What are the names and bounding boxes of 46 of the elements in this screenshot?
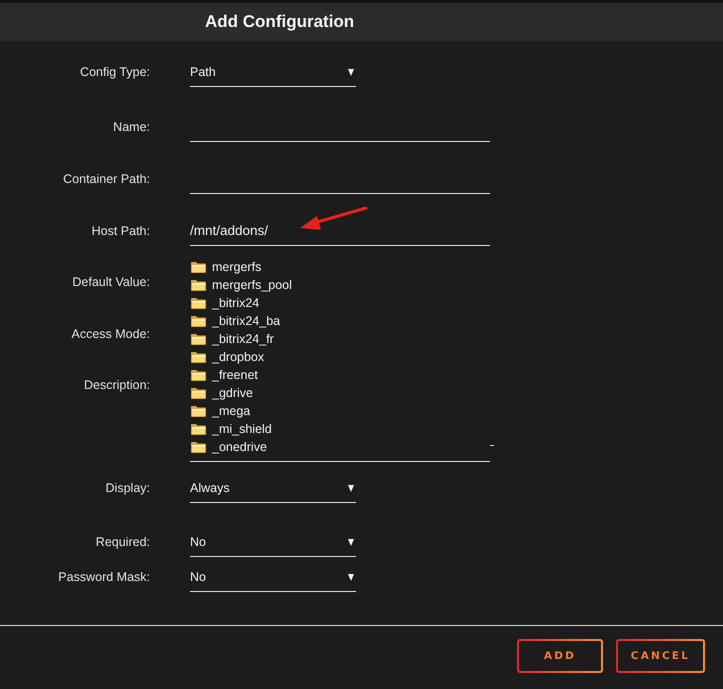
folder-item[interactable]: _bitrix24_fr [190,330,274,348]
field-label: Config Type: [80,65,150,80]
field-label: Host Path: [92,224,150,239]
folder-item[interactable]: mergerfs [190,258,262,276]
annotation-arrow [300,205,368,232]
select-field[interactable]: No [190,563,356,592]
field-label: Name: [113,120,150,135]
field-label: Default Value: [72,275,150,290]
folder-icon [191,424,206,434]
folder-icon [191,316,206,326]
folder-item[interactable]: _freenet [190,366,258,384]
folder-icon [191,262,206,272]
field-label: Description: [84,378,150,393]
caret-icon [348,484,354,492]
folder-item[interactable]: _mega [190,402,250,420]
field-label: Access Mode: [71,327,150,342]
field-label: Required: [96,535,150,550]
add-button[interactable]: ADD [517,639,603,673]
caret-icon [348,68,354,76]
folder-item[interactable]: _mi_shield [190,420,272,438]
folder-icon [191,370,206,380]
folder-item[interactable]: mergerfs_pool [190,276,292,294]
folder-icon [191,334,206,344]
folder-item[interactable]: _bitrix24_ba [190,312,280,330]
folder-icon [191,388,206,398]
scrollbar-mark [490,445,494,446]
folder-item[interactable]: _dropbox [190,348,264,366]
field-label: Container Path: [63,172,150,187]
folder-icon [191,352,206,362]
folder-item[interactable]: _gdrive [190,384,253,402]
folder-icon [191,298,206,308]
folder-item[interactable]: _bitrix24 [190,294,260,312]
select-field[interactable]: No [190,528,356,557]
select-field[interactable]: Path [190,58,356,87]
field-label: Password Mask: [58,570,150,585]
caret-icon [348,574,354,580]
folder-icon [191,406,206,416]
folder-icon [191,442,206,452]
field-label: Display: [106,481,150,496]
select-field[interactable]: Always [190,474,356,503]
cancel-button[interactable]: CANCEL [616,639,705,673]
folder-icon [191,280,206,290]
caret-icon [348,538,354,546]
folder-item[interactable]: _onedrive [190,438,267,456]
folder-browser-field[interactable]: mergerfs mergerfs_pool _bitrix24 _bitrix24_ba _bitrix24_fr _dropbox _freenet _gdrive _mega _mi_shield _onedrive [190,258,490,462]
dialog-title: Add Configuration [205,12,354,32]
